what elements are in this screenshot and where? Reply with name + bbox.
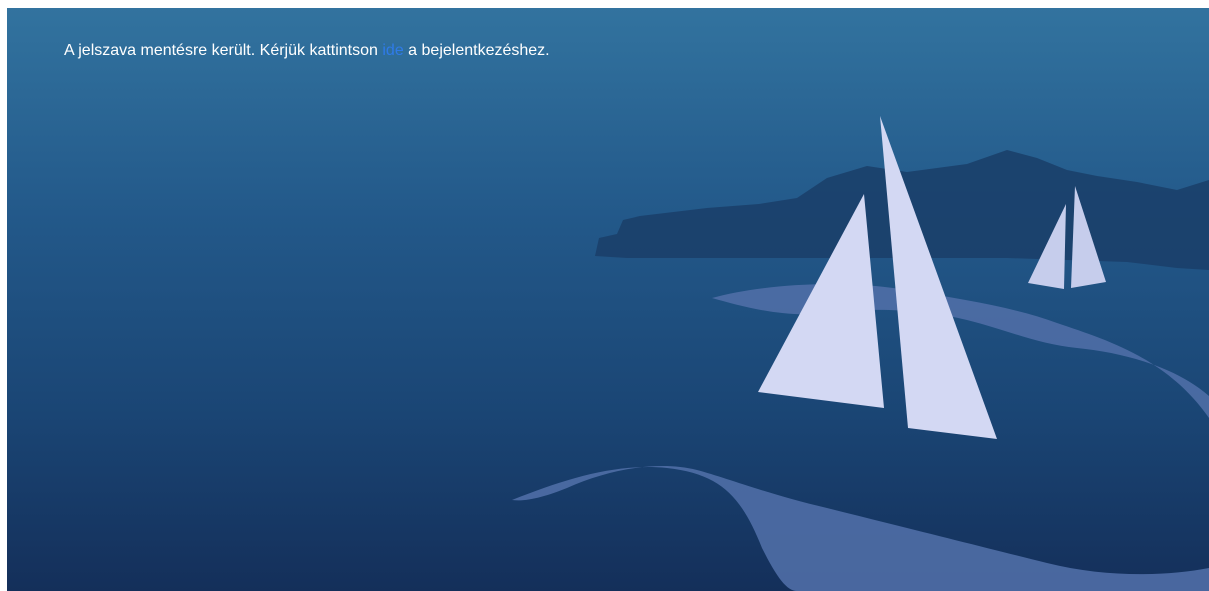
front-wave	[512, 466, 1209, 591]
background-panel: A jelszava mentésre került. Kérjük katti…	[7, 8, 1209, 591]
sailboat-illustration	[512, 116, 1209, 591]
